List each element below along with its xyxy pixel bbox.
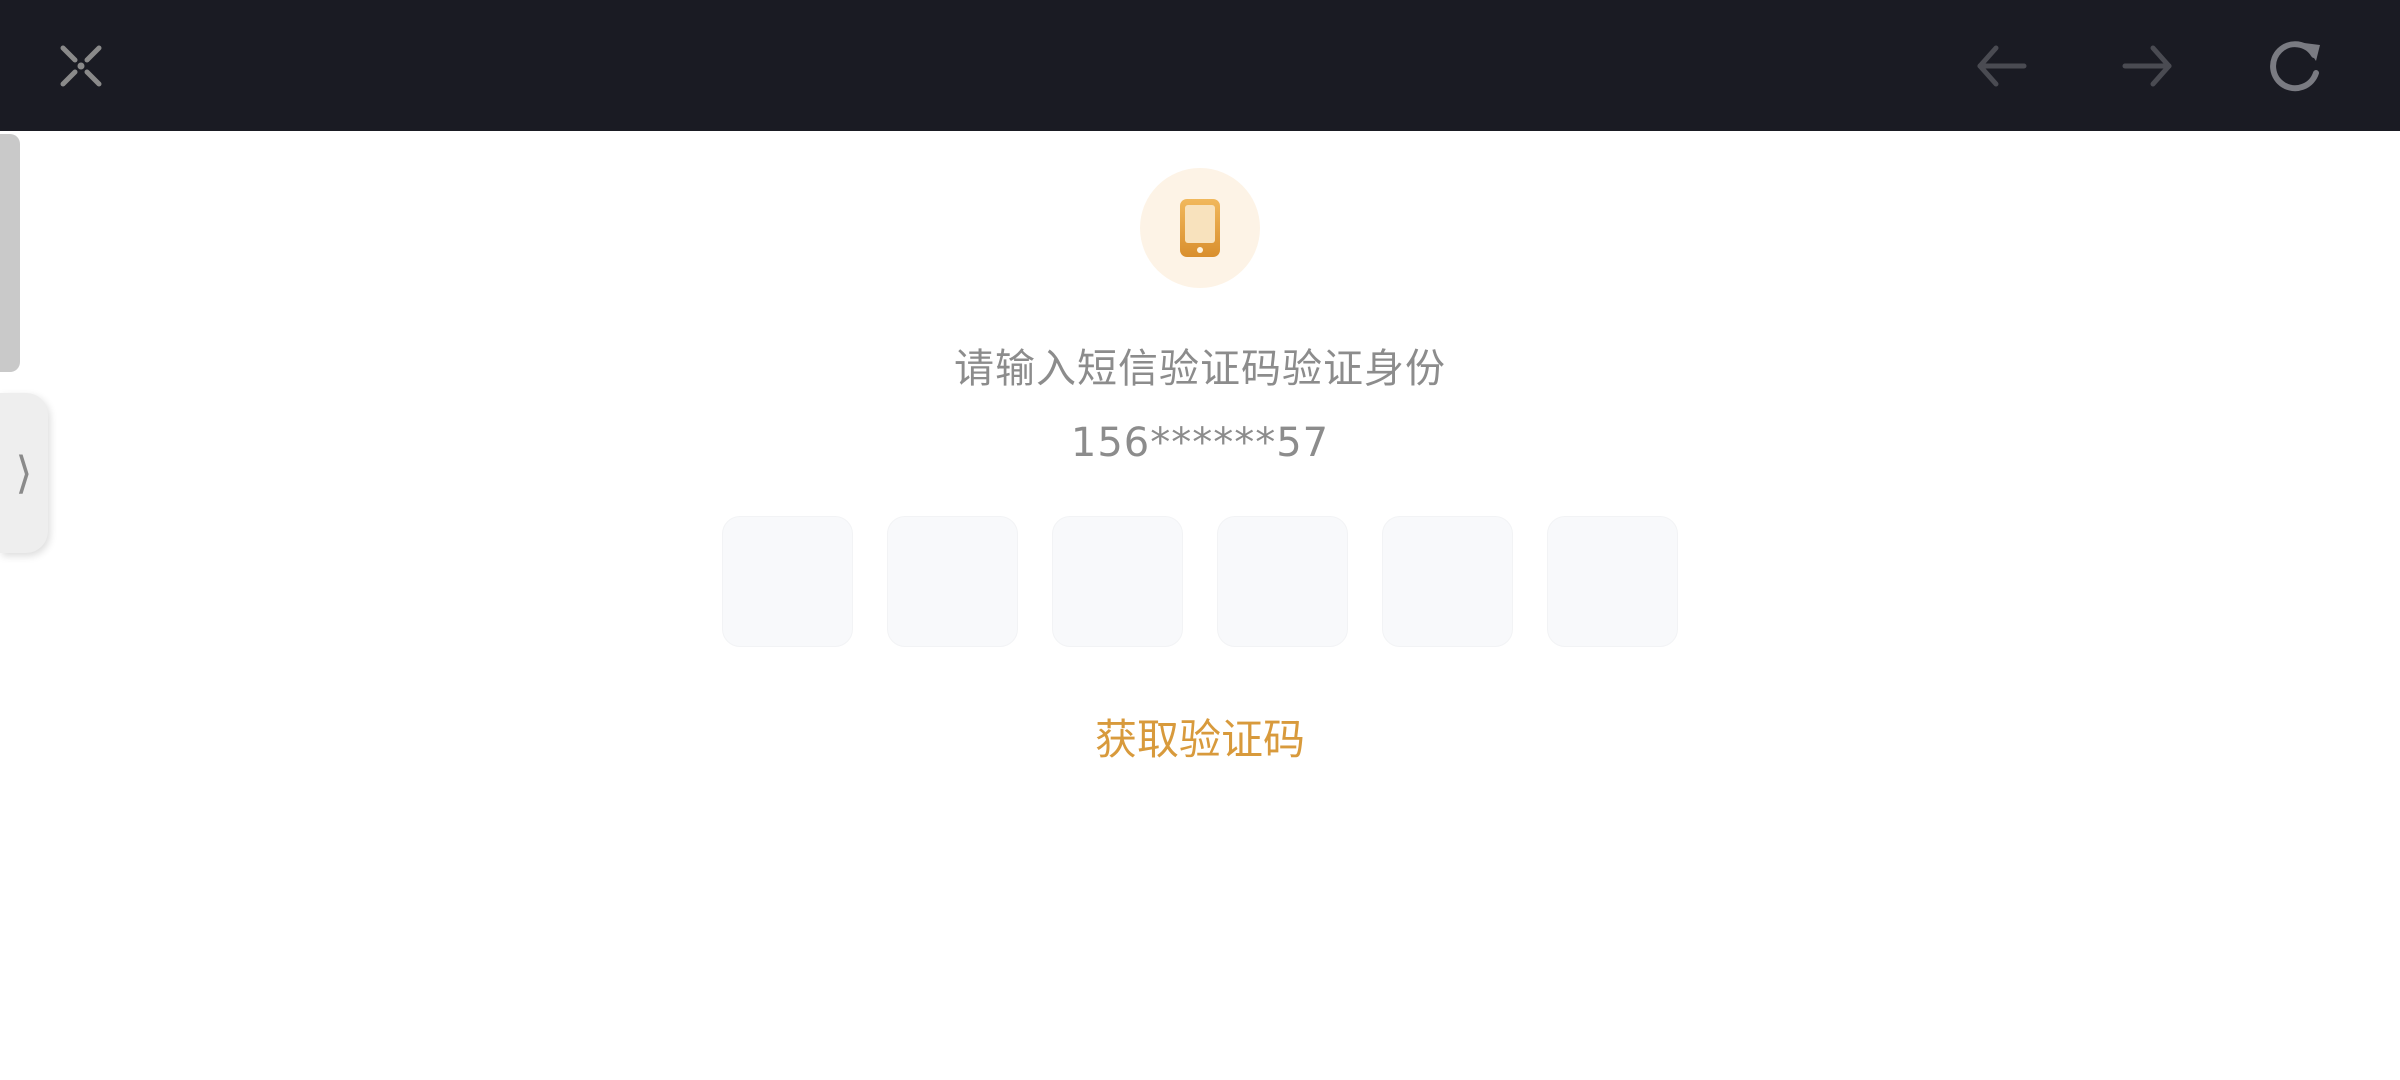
top-toolbar (0, 0, 2400, 131)
code-digit-4[interactable] (1217, 516, 1348, 647)
code-digit-2[interactable] (887, 516, 1018, 647)
code-digit-5[interactable] (1382, 516, 1513, 647)
reload-button[interactable] (2259, 30, 2331, 102)
arrow-right-icon (2122, 45, 2172, 87)
close-button[interactable] (45, 30, 117, 102)
phone-icon-badge (1140, 168, 1260, 288)
verification-title: 请输入短信验证码验证身份 (954, 346, 1446, 392)
masked-phone-number: 156******57 (1070, 420, 1330, 466)
forward-button[interactable] (2111, 30, 2183, 102)
code-input-row (722, 516, 1678, 647)
close-icon (60, 45, 102, 87)
back-button[interactable] (1966, 30, 2038, 102)
phone-icon (1180, 199, 1220, 257)
get-code-button[interactable]: 获取验证码 (0, 706, 2400, 767)
code-digit-1[interactable] (722, 516, 853, 647)
reload-icon (2270, 41, 2320, 92)
side-panel-expand-button[interactable]: ⟩ (0, 393, 48, 553)
code-digit-6[interactable] (1547, 516, 1678, 647)
arrow-left-icon (1977, 45, 2027, 87)
code-digit-3[interactable] (1052, 516, 1183, 647)
